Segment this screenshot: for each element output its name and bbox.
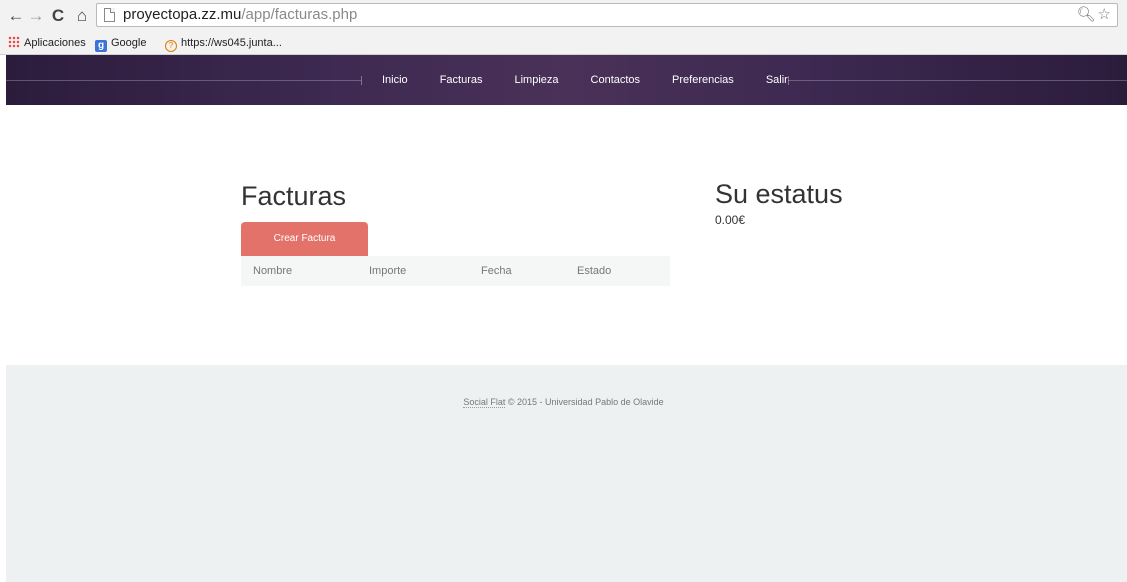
column-header-nombre[interactable]: Nombre xyxy=(253,265,292,277)
footer-university: Universidad Pablo de Olavide xyxy=(545,397,664,407)
column-header-estado[interactable]: Estado xyxy=(577,265,611,277)
nav-item-limpieza[interactable]: Limpieza xyxy=(498,55,574,105)
footer-text: Social Flat © 2015 - Universidad Pablo d… xyxy=(0,397,1127,408)
browser-toolbar: ← → C ⌂ proyectopa.zz.mu/app/facturas.ph… xyxy=(0,0,1127,32)
header-divider-right xyxy=(788,80,1127,81)
site-header: Inicio Facturas Limpieza Contactos Prefe… xyxy=(6,55,1127,105)
reload-icon[interactable]: C xyxy=(48,6,68,26)
main-nav: Inicio Facturas Limpieza Contactos Prefe… xyxy=(366,55,804,105)
forward-arrow-icon[interactable]: → xyxy=(26,6,46,26)
bookmark-label: https://ws045.junta... xyxy=(181,37,282,49)
column-header-fecha[interactable]: Fecha xyxy=(481,265,512,277)
url-text: proyectopa.zz.mu/app/facturas.php xyxy=(123,6,357,24)
footer-copyright: © 2015 - xyxy=(505,397,546,407)
invoice-table-header: Nombre Importe Fecha Estado xyxy=(241,256,670,286)
column-header-importe[interactable]: Importe xyxy=(369,265,406,277)
header-divider-left xyxy=(6,80,361,81)
site-footer: Social Flat © 2015 - Universidad Pablo d… xyxy=(6,365,1127,582)
status-title: Su estatus xyxy=(715,179,843,209)
zoom-star-icons[interactable]: 🔍︎☆ xyxy=(1077,5,1114,23)
url-host: proyectopa.zz.mu xyxy=(123,6,242,23)
create-invoice-button[interactable]: Crear Factura xyxy=(241,222,368,256)
back-arrow-icon[interactable]: ← xyxy=(6,6,26,26)
footer-brand-link[interactable]: Social Flat xyxy=(463,397,506,408)
address-bar[interactable]: proyectopa.zz.mu/app/facturas.php 🔍︎☆ xyxy=(96,3,1118,27)
nav-item-inicio[interactable]: Inicio xyxy=(366,55,424,105)
nav-item-contactos[interactable]: Contactos xyxy=(575,55,657,105)
site-favicon-icon: ? xyxy=(165,40,177,52)
bookmark-google[interactable]: g Google xyxy=(95,36,146,52)
bookmark-junta[interactable]: ? https://ws045.junta... xyxy=(165,36,282,52)
bookmark-label: Aplicaciones xyxy=(24,37,86,49)
bookmark-apps[interactable]: Aplicaciones xyxy=(8,36,86,50)
apps-grid-icon xyxy=(8,36,20,48)
bookmark-label: Google xyxy=(111,37,147,49)
header-tick-left xyxy=(361,76,362,85)
home-icon[interactable]: ⌂ xyxy=(72,6,92,26)
page-title: Facturas xyxy=(241,181,347,211)
bookmarks-bar: Aplicaciones g Google ? https://ws045.junt… xyxy=(0,33,1127,53)
status-balance: 0.00€ xyxy=(715,213,746,227)
browser-chrome: ← → C ⌂ proyectopa.zz.mu/app/facturas.ph… xyxy=(0,0,1127,55)
nav-item-facturas[interactable]: Facturas xyxy=(424,55,499,105)
google-plus-icon: g xyxy=(95,40,107,52)
page-icon xyxy=(104,8,115,22)
nav-item-preferencias[interactable]: Preferencias xyxy=(656,55,750,105)
url-path: /app/facturas.php xyxy=(241,6,358,23)
